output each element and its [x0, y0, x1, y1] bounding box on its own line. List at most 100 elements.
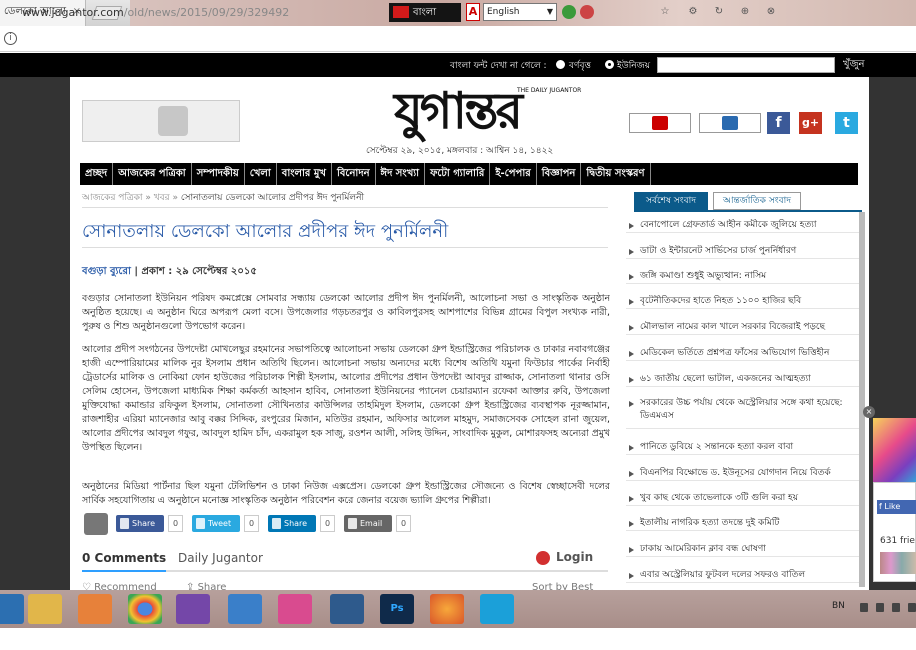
linkedin-icon: [272, 518, 281, 529]
tab-latest-news[interactable]: সর্বশেষ সংবাদ: [634, 192, 708, 210]
green-extension-icon[interactable]: [562, 5, 576, 19]
sidebar-news-item[interactable]: ৬১ জাতীয় ছেলো ভাটাল, একজনের আত্মহত্যা: [626, 373, 862, 387]
nav-item-editorial[interactable]: সম্পাদকীয়: [192, 163, 245, 185]
tray-network-icon[interactable]: [876, 603, 884, 612]
tv-button[interactable]: [629, 113, 691, 133]
extension-logo-icon: [393, 6, 409, 18]
sidebar-news-item[interactable]: মৌলভাল নামের কাল খালে সরকার বিজেরাই পড়ছ…: [626, 321, 862, 335]
chrome-icon[interactable]: [128, 594, 162, 624]
heart-icon: ♡: [82, 582, 95, 590]
network-app-icon[interactable]: [480, 594, 514, 624]
twitter-icon[interactable]: t: [835, 112, 858, 134]
sidebar-news-item[interactable]: ঢাকায় আমেরিকান ক্লাব বন্ধ ঘোষণা: [626, 543, 862, 557]
header-ad-placeholder: [82, 100, 240, 142]
nav-item-epaper[interactable]: ই-পেপার: [490, 163, 537, 185]
nav-item-entertainment[interactable]: বিনোদন: [332, 163, 376, 185]
comments-count-tab[interactable]: 0 Comments: [82, 551, 166, 565]
login-button[interactable]: Login: [556, 550, 593, 564]
red-extension-icon[interactable]: [580, 5, 594, 19]
paint-app-icon[interactable]: [278, 594, 312, 624]
sidebar-news-item[interactable]: ডাটা ও ইন্টারনেট সার্ভিসের চার্জ পুনর্নি…: [626, 245, 862, 259]
article-headline: সোনাতলায় ডেলকো আলোর প্রদীপর ঈদ পুনর্মিল…: [82, 221, 449, 242]
print-icon[interactable]: [84, 513, 108, 535]
breadcrumb-current: সোনাতলায় ডেলকো আলোর প্রদীপর ঈদ পুনর্মিল…: [180, 193, 365, 203]
sidebar-news-item[interactable]: এবার অস্ট্রেলিয়ার ফুটবল দলের সফরও বাতিল: [626, 569, 862, 583]
tray-icon[interactable]: [860, 603, 868, 612]
nav-item-photo-gallery[interactable]: ফটো গ্যালারি: [425, 163, 491, 185]
sidebar-news-item[interactable]: ইতালীয় নাগরিক হত্যা তদন্তে দুই কমিটি: [626, 517, 862, 531]
lync-icon[interactable]: [228, 594, 262, 624]
nav-item-countryside[interactable]: বাংলার মুখ: [277, 163, 332, 185]
nav-item-sports[interactable]: খেলা: [245, 163, 277, 185]
facebook-share-count: 0: [168, 515, 183, 532]
site-info-icon[interactable]: i: [4, 32, 17, 45]
menu-icon[interactable]: ⊗: [764, 5, 778, 19]
floating-ad-image[interactable]: [873, 418, 916, 482]
media-player-icon[interactable]: [78, 594, 112, 624]
quicktime-icon[interactable]: [330, 594, 364, 624]
byline-date: | প্রকাশ : ২৯ সেপ্টেম্বর ২০১৫: [130, 266, 257, 277]
tray-volume-icon[interactable]: [892, 603, 900, 612]
nav-item-home[interactable]: প্রচ্ছদ: [80, 163, 114, 185]
input-language-indicator[interactable]: BN: [832, 601, 845, 611]
sidebar-news-item[interactable]: মেডিকেল ভর্তিতে প্রশ্নপত্র ফাঁসের অভিযোগ…: [626, 347, 862, 361]
video-icon: [722, 116, 738, 130]
facebook-like-button[interactable]: f Like: [877, 500, 916, 514]
url-path: /old/news/2015/09/29/329492: [123, 6, 290, 19]
sort-select[interactable]: Sort by Best: [532, 582, 593, 590]
comments-site-name[interactable]: Daily Jugantor: [178, 551, 263, 565]
linkedin-share-button[interactable]: Share: [268, 515, 316, 532]
sidebar-news-item[interactable]: বেনাপোলে গ্রেফতার্ড আহীন কমীকে জুলিয়ে হ…: [626, 219, 862, 233]
sidebar-news-item[interactable]: বিএনপির বিক্ষোভে ড. ইউনূসের যোগদান নিয়ে…: [626, 467, 862, 481]
tray-clock-icon[interactable]: [908, 603, 916, 612]
tab-international-news[interactable]: আন্তর্জাতিক সংবাদ: [713, 192, 801, 210]
facebook-share-button[interactable]: Share: [116, 515, 164, 532]
settings-icon[interactable]: ⚙: [686, 5, 700, 19]
ad-close-icon[interactable]: ×: [863, 406, 875, 418]
extensions-icon[interactable]: ⊕: [738, 5, 752, 19]
site-search-input[interactable]: [657, 57, 835, 73]
extension-label: বাংলা: [413, 7, 437, 18]
nav-item-advertisement[interactable]: বিজ্ঞাপন: [537, 163, 582, 185]
star-icon[interactable]: ☆: [658, 5, 672, 19]
email-share-button[interactable]: Email: [344, 515, 392, 532]
nav-item-second-edition[interactable]: দ্বিতীয় সংস্করণ: [581, 163, 651, 185]
url-domain: www.jugantor.com: [22, 6, 124, 19]
recommend-button[interactable]: ♡ Recommend: [82, 582, 157, 590]
nav-item-todays-paper[interactable]: আজকের পত্রিকা: [113, 163, 192, 185]
sidebar-news-item[interactable]: জঙ্গি কমাণ্ডা শুধুই অভ্যুত্থান: নাসিম: [626, 270, 862, 284]
facebook-icon[interactable]: f: [767, 112, 790, 134]
font-option-radio-2[interactable]: [605, 60, 614, 69]
photoshop-icon[interactable]: Ps: [380, 594, 414, 624]
sidebar-news-item[interactable]: সরকারের উচ্চ পর্যায় থেকে অস্ট্রেলিয়ার …: [626, 397, 862, 429]
visual-studio-icon[interactable]: [176, 594, 210, 624]
refresh-icon[interactable]: ↻: [712, 5, 726, 19]
bangla-extension-button[interactable]: বাংলা: [389, 3, 461, 22]
file-explorer-icon[interactable]: [28, 594, 62, 624]
sidebar-news-item[interactable]: পানিতে ডুবিয়ে ২ সন্তানকে হত্যা করল বাবা: [626, 441, 862, 455]
start-button[interactable]: [0, 594, 24, 624]
tweet-button[interactable]: Tweet: [192, 515, 240, 532]
sidebar-scrollbar[interactable]: [859, 212, 865, 587]
site-search-button[interactable]: খুঁজুন: [843, 57, 864, 74]
recommend-label: Recommend: [94, 582, 157, 590]
breadcrumb-item[interactable]: খবর: [154, 193, 170, 203]
sidebar-news-item[interactable]: বৃটেনীতিকদের হাতে নিহত ১১০০ হাজির ছবি: [626, 295, 862, 309]
breadcrumb-item[interactable]: আজকের পত্রিকা: [82, 193, 142, 203]
article-byline: বগুড়া ব্যুরো | প্রকাশ : ২৯ সেপ্টেম্বর ২…: [82, 264, 257, 281]
comments-share-button[interactable]: ⇪ Share: [186, 582, 226, 590]
nav-item-eid-issue[interactable]: ঈদ সংখ্যা: [376, 163, 426, 185]
site-logo-english: THE DAILY JUGANTOR: [517, 87, 582, 94]
sidebar-news-item[interactable]: খুব কাছ থেকে তাভেলাকে ৩টি গুলি করা হয়: [626, 492, 862, 506]
font-extension-icon[interactable]: A: [466, 3, 480, 21]
video-button[interactable]: [699, 113, 761, 133]
share-label: Share: [197, 582, 227, 590]
facebook-icon: [120, 518, 129, 529]
google-plus-icon[interactable]: g+: [799, 112, 822, 134]
language-select[interactable]: English ▼: [483, 3, 557, 21]
address-bar[interactable]: i: [0, 26, 916, 52]
active-tab-underline: [82, 570, 166, 572]
url-text[interactable]: www.jugantor.com/old/news/2015/09/29/329…: [22, 6, 289, 19]
firefox-icon[interactable]: [430, 594, 464, 624]
font-option-radio-1[interactable]: [556, 60, 565, 69]
